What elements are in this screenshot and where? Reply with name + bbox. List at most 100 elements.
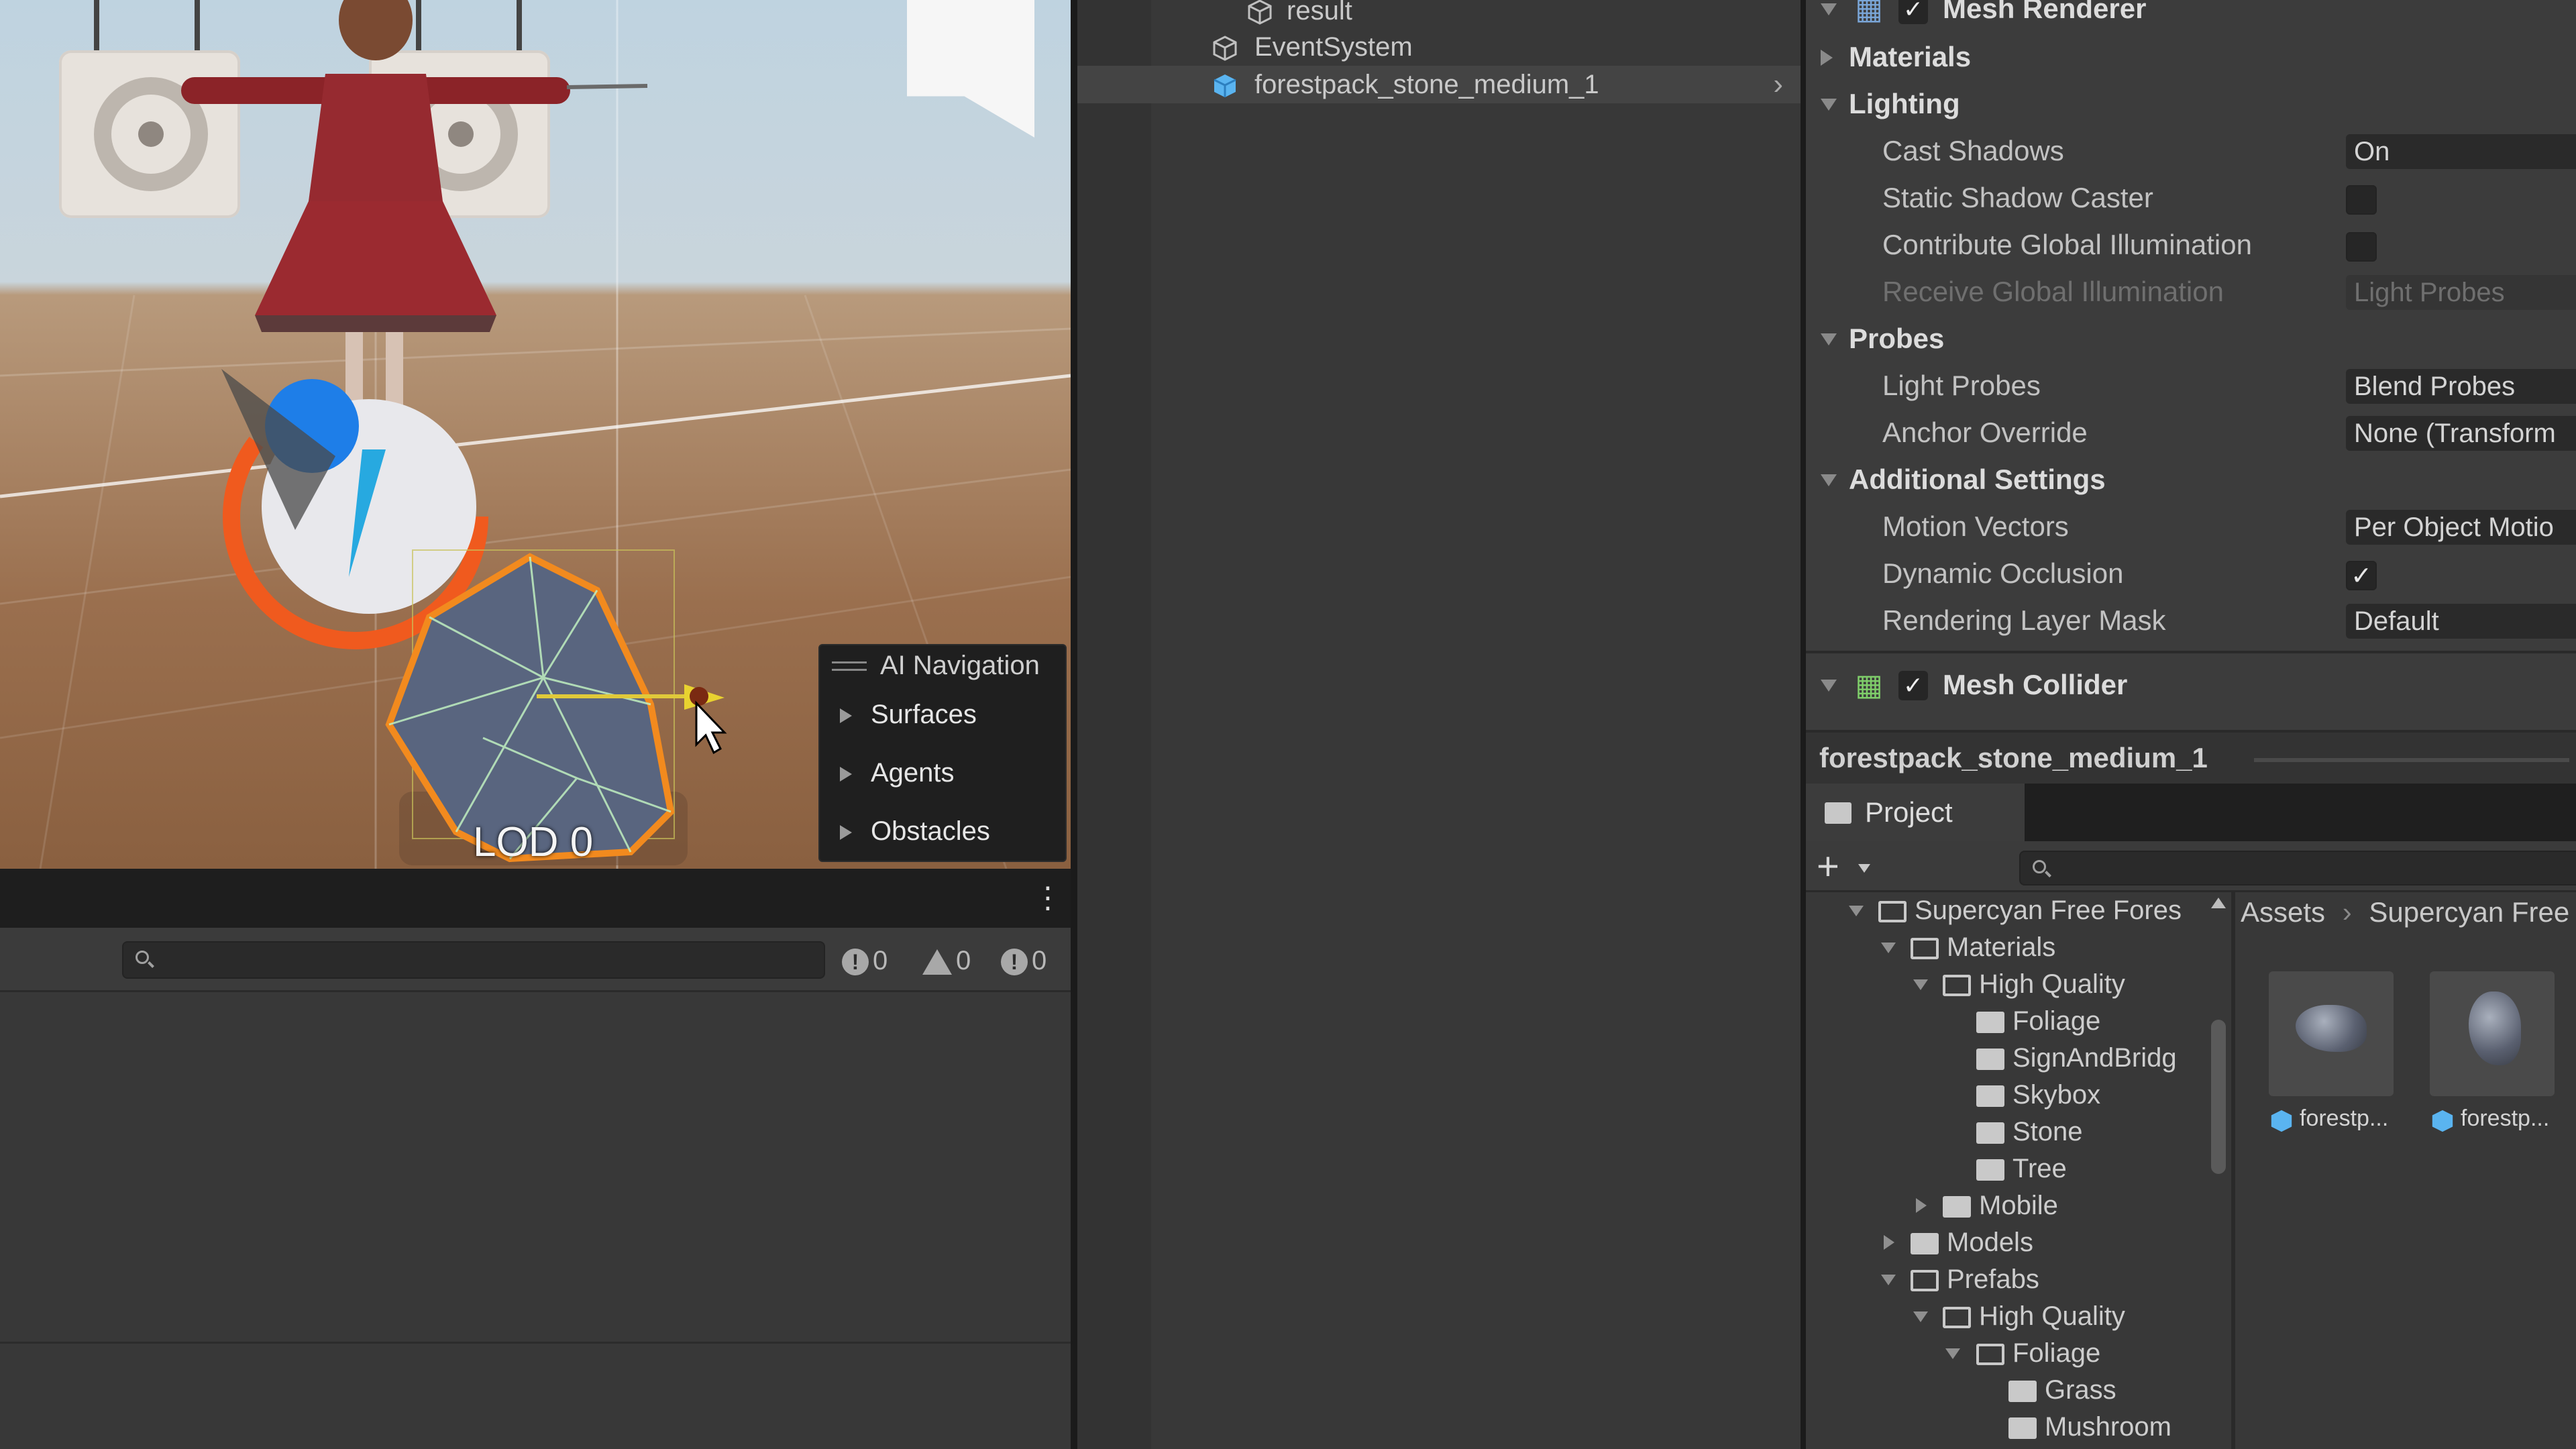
tree-scrollbar[interactable] [2206, 892, 2230, 1449]
tree-item-foliage[interactable]: Foliage [1806, 1003, 2202, 1040]
collapse-arrow-icon[interactable] [1821, 3, 1837, 15]
ai-nav-item-agents[interactable]: Agents [820, 744, 1065, 802]
scroll-up-icon[interactable] [2211, 898, 2226, 908]
static-shadow-caster-checkbox[interactable] [2346, 185, 2377, 215]
expand-arrow-icon[interactable] [1884, 1235, 1894, 1250]
project-tab-bar: Project [1806, 784, 2576, 841]
scrollbar-thumb[interactable] [2211, 1020, 2226, 1174]
folder-open-icon [1878, 901, 1907, 922]
tree-item-skybox[interactable]: Skybox [1806, 1077, 2202, 1114]
folder-icon [1911, 1233, 1939, 1254]
scene-view[interactable]: LOD 0 AI Navigation Surfaces Agents Obst… [0, 0, 1071, 869]
tree-item-supercyan[interactable]: Supercyan Free Fores [1806, 892, 2202, 929]
cast-shadows-dropdown[interactable]: On [2346, 134, 2576, 169]
console-toolbar: ! 0 0 ! 0 [0, 928, 1071, 992]
folder-open-icon [1943, 975, 1971, 996]
gameobject-icon [1248, 0, 1272, 25]
breadcrumb-supercyan[interactable]: Supercyan Free [2369, 896, 2569, 928]
folder-icon [1976, 1049, 2004, 1070]
collapse-arrow-icon[interactable] [1849, 906, 1864, 916]
expand-arrow-icon [1821, 50, 1833, 66]
additional-settings-foldout[interactable]: Additional Settings [1806, 456, 2576, 503]
mesh-collider-header[interactable]: ▦ ✓ Mesh Collider [1806, 661, 2576, 708]
panel-splitter[interactable] [1801, 0, 1806, 1449]
tree-item-prefabs[interactable]: Prefabs [1806, 1261, 2202, 1298]
rendering-layer-mask-row: Rendering Layer Mask Default [1806, 597, 2576, 644]
asset-tile[interactable]: forestp... [2269, 971, 2396, 1152]
console-divider[interactable] [0, 1342, 1071, 1344]
static-shadow-caster-row: Static Shadow Caster [1806, 174, 2576, 221]
console-search-input[interactable] [122, 941, 825, 979]
tree-item-mushroom[interactable]: Mushroom [1806, 1409, 2202, 1446]
message-count-toggle[interactable]: ! 0 [842, 943, 888, 979]
tree-item-tree[interactable]: Tree [1806, 1150, 2202, 1187]
receive-gi-dropdown: Light Probes [2346, 275, 2576, 310]
lod-label: LOD 0 [473, 819, 594, 865]
prefab-icon [1214, 74, 1236, 97]
rendering-layer-mask-dropdown[interactable]: Default [2346, 604, 2576, 639]
lighting-foldout[interactable]: Lighting [1806, 80, 2576, 127]
hierarchy-item-eventsystem[interactable]: EventSystem [1077, 28, 1801, 66]
tree-item-models[interactable]: Models [1806, 1224, 2202, 1261]
ai-nav-item-surfaces[interactable]: Surfaces [820, 686, 1065, 744]
project-panel: Project + Supercyan Free Fores Materials… [1806, 784, 2576, 1449]
mesh-renderer-header[interactable]: ▦ ✓ Mesh Renderer [1806, 0, 2576, 32]
collapse-arrow-icon[interactable] [1913, 1311, 1928, 1322]
tree-item-stone[interactable]: Stone [1806, 1114, 2202, 1150]
contribute-gi-checkbox[interactable] [2346, 232, 2377, 262]
tree-item-signandbridge[interactable]: SignAndBridg [1806, 1040, 2202, 1077]
folder-icon [1943, 1196, 1971, 1218]
warning-icon [922, 949, 952, 975]
hierarchy-item-forestpack-stone[interactable]: forestpack_stone_medium_1 › [1077, 66, 1801, 103]
hierarchy-item-result[interactable]: result [1077, 0, 1801, 30]
anchor-override-field[interactable]: None (Transform [2346, 416, 2576, 451]
preview-title: forestpack_stone_medium_1 [1819, 742, 2208, 773]
project-splitter[interactable] [2231, 892, 2235, 1449]
collapse-arrow-icon [1821, 474, 1837, 486]
expand-arrow-icon [840, 767, 852, 782]
asset-tile[interactable]: forestp... [2430, 971, 2557, 1152]
mesh-collider-icon: ▦ [1855, 669, 1883, 702]
mesh-renderer-enabled-checkbox[interactable]: ✓ [1898, 0, 1928, 24]
preview-title-bar[interactable]: forestpack_stone_medium_1 [1806, 730, 2576, 784]
speaker-wire [94, 0, 99, 52]
project-search-input[interactable] [2019, 851, 2576, 885]
collapse-arrow-icon [1821, 99, 1837, 111]
motion-vectors-dropdown[interactable]: Per Object Motio [2346, 510, 2576, 545]
materials-foldout[interactable]: Materials [1806, 34, 2576, 80]
tree-item-grass[interactable]: Grass [1806, 1372, 2202, 1409]
tree-item-materials[interactable]: Materials [1806, 929, 2202, 966]
error-count-toggle[interactable]: ! 0 [1001, 943, 1046, 979]
chevron-down-icon[interactable] [1858, 864, 1870, 873]
dynamic-occlusion-checkbox[interactable]: ✓ [2346, 561, 2377, 590]
tab-project[interactable]: Project [1806, 784, 2025, 841]
probes-foldout[interactable]: Probes [1806, 315, 2576, 362]
collapse-arrow-icon[interactable] [1821, 680, 1837, 692]
mesh-collider-enabled-checkbox[interactable]: ✓ [1898, 671, 1928, 700]
panel-splitter[interactable] [1071, 0, 1077, 1449]
light-probes-dropdown[interactable]: Blend Probes [2346, 369, 2576, 404]
drag-handle-icon[interactable] [832, 661, 867, 671]
search-icon [2033, 860, 2046, 873]
ai-nav-item-obstacles[interactable]: Obstacles [820, 802, 1065, 861]
expand-arrow-icon[interactable] [1916, 1198, 1927, 1213]
chevron-right-icon[interactable]: › [1773, 66, 1783, 103]
tree-item-prefabs-high-quality[interactable]: High Quality [1806, 1298, 2202, 1335]
hierarchy-panel: result EventSystem forestpack_stone_medi… [1077, 0, 1801, 1449]
ai-navigation-title[interactable]: AI Navigation [820, 645, 1065, 686]
collapse-arrow-icon[interactable] [1945, 1348, 1960, 1359]
collapse-arrow-icon[interactable] [1881, 1275, 1896, 1285]
component-separator [1806, 651, 2576, 653]
tree-item-mobile[interactable]: Mobile [1806, 1187, 2202, 1224]
tree-item-prefabs-foliage[interactable]: Foliage [1806, 1335, 2202, 1372]
warning-count-toggle[interactable]: 0 [922, 943, 971, 979]
breadcrumb-assets[interactable]: Assets [2241, 896, 2325, 928]
collapse-arrow-icon[interactable] [1881, 943, 1896, 953]
more-options-icon[interactable]: ⋮ [1033, 883, 1063, 913]
folder-open-icon [1943, 1307, 1971, 1328]
add-asset-button[interactable]: + [1817, 847, 1839, 887]
collapse-arrow-icon[interactable] [1913, 979, 1928, 990]
hierarchy-gutter [1077, 0, 1151, 1449]
tree-item-high-quality[interactable]: High Quality [1806, 966, 2202, 1003]
breadcrumb: Assets › Supercyan Free [2241, 892, 2576, 932]
